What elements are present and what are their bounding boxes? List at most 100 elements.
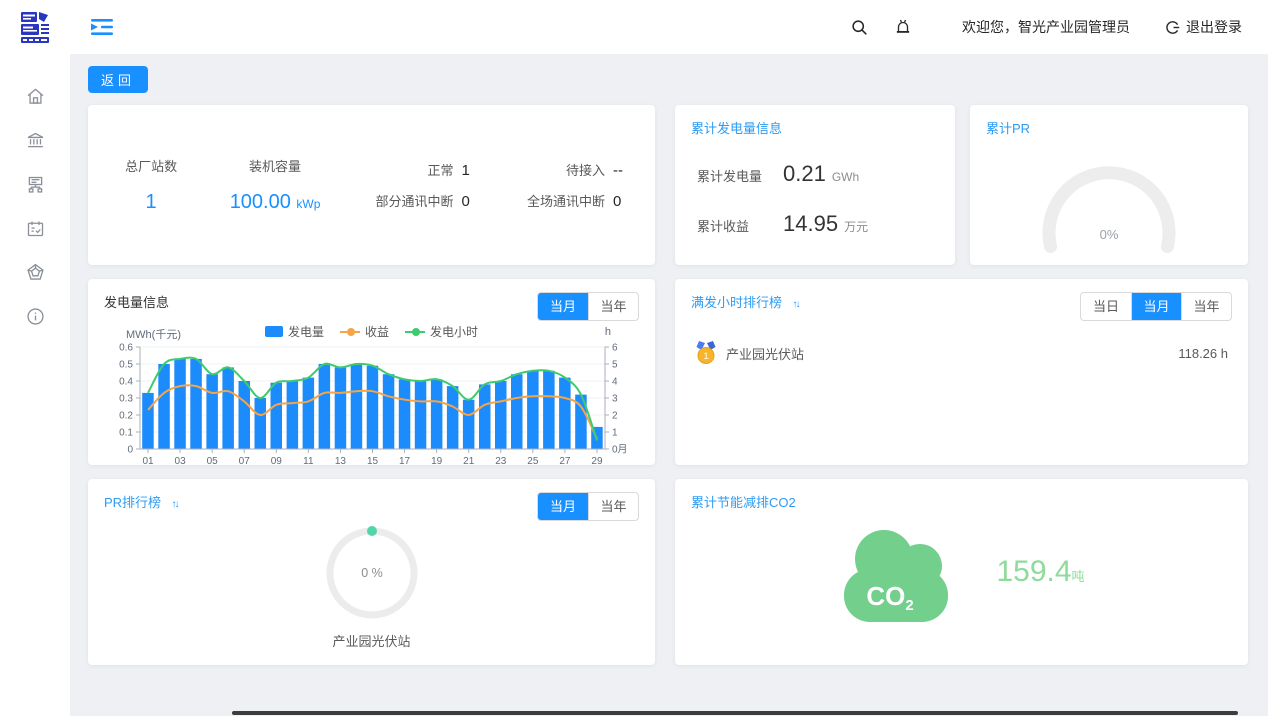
- tab-current-year[interactable]: 当年: [588, 293, 638, 320]
- svg-text:5: 5: [612, 360, 618, 371]
- calendar-check-icon: [25, 218, 46, 239]
- svg-text:3: 3: [612, 394, 618, 405]
- sidebar-item-devices[interactable]: [13, 162, 57, 206]
- full-hours-ranking-tabs: 当日 当月 当年: [1080, 292, 1232, 321]
- cumulative-income-row: 累计收益 14.95 万元: [691, 211, 939, 237]
- chart-legend: MWh(千元) 发电量 收益 发电小时 h: [104, 323, 639, 341]
- alarm-icon[interactable]: [894, 18, 912, 36]
- menu-fold-icon[interactable]: [90, 17, 114, 37]
- bank-icon: [25, 130, 46, 151]
- svg-text:0.5: 0.5: [119, 360, 133, 371]
- sidebar-item-reports[interactable]: [13, 206, 57, 250]
- home-icon: [25, 86, 46, 107]
- full-hours-ranking-title: 满发小时排行榜: [691, 295, 782, 310]
- horizontal-scrollbar[interactable]: [232, 711, 1238, 715]
- tab-current-month[interactable]: 当月: [538, 493, 588, 520]
- capacity-unit: kWp: [296, 197, 320, 211]
- company-logo[interactable]: [0, 9, 70, 45]
- sidebar: [0, 54, 70, 716]
- sidebar-item-analysis[interactable]: [13, 250, 57, 294]
- svg-text:17: 17: [399, 456, 411, 467]
- tab-current-day[interactable]: 当日: [1081, 293, 1131, 320]
- co2-panel: 累计节能减排CO2 CO2 159.4吨: [675, 479, 1248, 665]
- generation-bar-chart[interactable]: 00月0.110.220.330.440.550.660103050709111…: [104, 341, 639, 473]
- svg-text:15: 15: [367, 456, 379, 467]
- logout-icon: [1164, 19, 1181, 36]
- logout-button[interactable]: 退出登录: [1164, 17, 1242, 37]
- legend-item-income[interactable]: 收益: [340, 323, 389, 340]
- sidebar-item-home[interactable]: [13, 74, 57, 118]
- back-button[interactable]: 返回: [88, 66, 148, 93]
- full-offline-value: 0: [613, 193, 647, 210]
- svg-text:21: 21: [463, 456, 475, 467]
- cumulative-generation-title: 累计发电量信息: [691, 118, 939, 137]
- svg-text:13: 13: [335, 456, 347, 467]
- tab-current-month[interactable]: 当月: [1131, 293, 1181, 320]
- full-hours-ranking-panel: 满发小时排行榜 ↑↓ 当日 当月 当年: [675, 279, 1248, 465]
- legend-item-generation[interactable]: 发电量: [265, 323, 324, 340]
- header-actions: 欢迎您，智光产业园管理员 退出登录: [851, 17, 1268, 37]
- svg-text:19: 19: [431, 456, 443, 467]
- svg-text:1: 1: [703, 351, 708, 362]
- cumulative-generation-row: 累计发电量 0.21 GWh: [691, 161, 939, 187]
- tab-current-month[interactable]: 当月: [538, 293, 588, 320]
- partial-offline-value: 0: [461, 193, 495, 210]
- pr-gauge: 0%: [986, 139, 1232, 261]
- co2-value: 159.4吨: [996, 555, 1084, 589]
- svg-text:27: 27: [559, 456, 571, 467]
- svg-text:0.3: 0.3: [119, 394, 133, 405]
- info-icon: [25, 306, 46, 327]
- normal-value: 1: [461, 162, 495, 179]
- tab-current-year[interactable]: 当年: [588, 493, 638, 520]
- svg-text:29: 29: [591, 456, 603, 467]
- right-axis-name: h: [605, 326, 611, 338]
- pending-label: 待接入: [566, 160, 605, 179]
- sort-icon[interactable]: ↑↓: [172, 499, 178, 510]
- total-stations-label: 总厂站数: [96, 156, 206, 175]
- search-icon[interactable]: [851, 19, 868, 36]
- station-stats-panel: 总厂站数 1 装机容量 100.00 kWp 正常1 部分通讯中断0 待接入--…: [88, 105, 655, 265]
- svg-text:6: 6: [612, 343, 618, 354]
- pr-ranking-tabs: 当月 当年: [537, 492, 639, 521]
- capacity-label: 装机容量: [206, 156, 344, 175]
- svg-text:0: 0: [127, 445, 133, 456]
- partial-offline-label: 部分通讯中断: [375, 191, 453, 210]
- generation-chart-tabs: 当月 当年: [537, 292, 639, 321]
- svg-text:0月: 0月: [612, 444, 628, 456]
- svg-text:4: 4: [612, 377, 618, 388]
- capacity-value: 100.00 kWp: [206, 191, 344, 214]
- welcome-text: 欢迎您，智光产业园管理员: [962, 17, 1130, 37]
- cumulative-pr-panel: 累计PR 0%: [970, 105, 1248, 265]
- full-hours-value: 118.26 h: [1178, 346, 1228, 361]
- cumulative-income-value: 14.95: [783, 211, 838, 237]
- svg-text:0.1: 0.1: [119, 428, 133, 439]
- sidebar-item-about[interactable]: [13, 294, 57, 338]
- top-header: 欢迎您，智光产业园管理员 退出登录: [0, 0, 1268, 54]
- medal-1-icon: 1: [695, 341, 717, 365]
- donut-marker: [367, 526, 377, 536]
- pr-gauge-value: 0%: [1100, 227, 1119, 242]
- svg-text:03: 03: [175, 456, 187, 467]
- legend-bar-swatch: [265, 326, 283, 337]
- svg-text:05: 05: [207, 456, 219, 467]
- generation-chart-panel: 发电量信息 当月 当年 MWh(千元) 发电量 收益 发电小时: [88, 279, 655, 465]
- svg-text:0.4: 0.4: [119, 377, 133, 388]
- generation-chart-title: 发电量信息: [104, 292, 169, 311]
- dashboard-app: 欢迎您，智光产业园管理员 退出登录: [0, 0, 1268, 716]
- svg-text:0.2: 0.2: [119, 411, 133, 422]
- tab-current-year[interactable]: 当年: [1181, 293, 1231, 320]
- main-content: 返回 总厂站数 1 装机容量 100.00 kWp 正常 1 部分通讯中断 0: [70, 54, 1268, 716]
- cumulative-generation-panel: 累计发电量信息 累计发电量 0.21 GWh 累计收益 14.95 万元: [675, 105, 955, 265]
- svg-text:0.6: 0.6: [119, 343, 133, 354]
- svg-text:1: 1: [612, 428, 618, 439]
- sort-icon[interactable]: ↑↓: [792, 299, 798, 310]
- svg-text:01: 01: [142, 456, 154, 467]
- total-stations-value: 1: [96, 191, 206, 214]
- legend-item-hours[interactable]: 发电小时: [405, 323, 478, 340]
- svg-text:25: 25: [527, 456, 539, 467]
- sidebar-item-stations[interactable]: [13, 118, 57, 162]
- pr-ranking-panel: PR排行榜 ↑↓ 当月 当年 0 %: [88, 479, 655, 665]
- normal-label: 正常: [427, 160, 453, 179]
- pr-donut-value: 0 %: [361, 566, 383, 580]
- ranking-row[interactable]: 1 产业园光伏站 118.26 h: [691, 341, 1232, 365]
